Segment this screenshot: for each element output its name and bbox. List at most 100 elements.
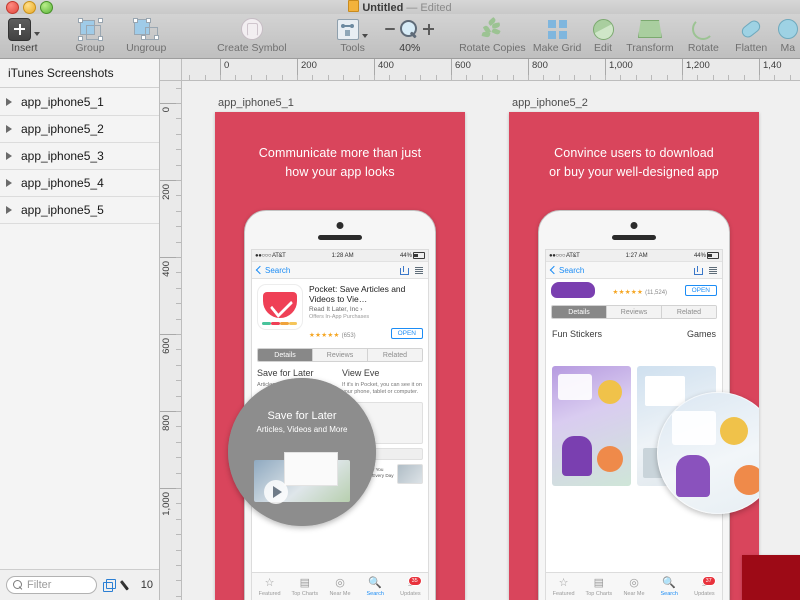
- star-icon: ☆: [558, 577, 569, 589]
- toolbar-edit[interactable]: Edit: [586, 14, 620, 58]
- ruler-minor-tick: [497, 75, 499, 80]
- window-titlebar: Untitled — Edited: [0, 0, 800, 15]
- ruler-minor-tick: [176, 380, 181, 382]
- zoom-lens-overlay-1[interactable]: Save for Later Articles, Videos and More: [228, 378, 376, 526]
- carrier-label: ●●○○○ AT&T: [255, 252, 286, 259]
- open-button-2[interactable]: OPEN: [684, 284, 717, 296]
- battery-label: 44%: [693, 252, 706, 259]
- segmented-control-1[interactable]: Details Reviews Related: [257, 348, 423, 362]
- toolbar-zoom-control[interactable]: 40%: [379, 14, 441, 58]
- zoom-in-button[interactable]: [423, 23, 435, 35]
- tab-reviews-1[interactable]: Reviews: [313, 349, 368, 361]
- sketch-app-window: Untitled — Edited Insert Group Ungroup C…: [0, 0, 800, 600]
- disclosure-triangle-icon[interactable]: [6, 206, 12, 214]
- battery-indicator: 44%: [400, 252, 425, 259]
- tabbar-search-2[interactable]: 🔍 Search: [652, 577, 687, 597]
- ruler-minor-tick: [528, 75, 529, 80]
- toolbar-flatten-label: Flatten: [735, 42, 768, 54]
- ruler-minor-tick: [176, 349, 181, 351]
- ios-tab-bar-1[interactable]: ☆ Featured ▤ Top Charts ◎ Near Me 🔍 Sear…: [252, 572, 428, 600]
- toolbar-make-grid[interactable]: Make Grid: [528, 14, 586, 58]
- toolbar-create-symbol[interactable]: Create Symbol: [199, 14, 304, 58]
- sidebar-footer: Filter 10: [0, 569, 159, 600]
- sidebar-item-app-iphone5-4[interactable]: app_iphone5_4: [0, 170, 159, 197]
- tabbar-search-1[interactable]: 🔍 Search: [358, 577, 393, 597]
- ruler-minor-tick: [189, 75, 191, 80]
- design-canvas[interactable]: app_iphone5_1 Communicate more than just…: [182, 81, 800, 600]
- ios-tab-bar-2[interactable]: ☆ Featured ▤ Top Charts ◎ Near Me 🔍 Sear…: [546, 572, 722, 600]
- ruler-minor-tick: [651, 75, 653, 80]
- tabbar-updates-1[interactable]: ⤓ 35 Updates: [393, 576, 428, 597]
- open-button-1[interactable]: OPEN: [390, 327, 423, 339]
- layer-label: app_iphone5_5: [21, 203, 104, 217]
- ruler-minor-tick: [697, 75, 699, 80]
- ruler-minor-tick: [176, 287, 181, 289]
- toolbar-tools[interactable]: Tools: [326, 14, 379, 58]
- artboard-1-headline: Communicate more than just how your app …: [215, 144, 465, 182]
- pen-icon[interactable]: [122, 579, 135, 592]
- toolbar-mask[interactable]: Ma: [776, 14, 800, 58]
- ruler-minor-tick: [620, 75, 622, 80]
- tabbar-top-charts-1[interactable]: ▤ Top Charts: [287, 577, 322, 597]
- segmented-control-2[interactable]: Details Reviews Related: [551, 305, 717, 319]
- toolbar-transform[interactable]: Transform: [620, 14, 680, 58]
- battery-icon: [706, 252, 719, 259]
- share-icon[interactable]: [400, 265, 409, 275]
- share-icon[interactable]: [694, 265, 703, 275]
- headline-line-1: Communicate more than just: [258, 146, 422, 160]
- sidebar-item-app-iphone5-5[interactable]: app_iphone5_5: [0, 197, 159, 224]
- ruler-minor-tick: [389, 75, 391, 80]
- artboard-app-iphone5-2[interactable]: Convince users to download or buy your w…: [509, 112, 759, 600]
- sidebar-item-app-iphone5-3[interactable]: app_iphone5_3: [0, 143, 159, 170]
- tabbar-top-charts-2[interactable]: ▤ Top Charts: [581, 577, 616, 597]
- toolbar-rotate-copies[interactable]: Rotate Copies: [457, 14, 528, 58]
- back-button-2[interactable]: Search: [549, 265, 585, 275]
- artboard-partial-next[interactable]: [742, 555, 800, 600]
- zoom-out-button[interactable]: [385, 28, 396, 30]
- tab-label: Top Charts: [585, 591, 613, 597]
- tabbar-featured-2[interactable]: ☆ Featured: [546, 577, 581, 597]
- list-icon[interactable]: [709, 266, 717, 274]
- toolbar-rotate[interactable]: Rotate: [680, 14, 727, 58]
- disclosure-triangle-icon[interactable]: [6, 152, 12, 160]
- charts-icon: ▤: [593, 577, 604, 589]
- ruler-minor-tick: [176, 318, 181, 320]
- duplicate-icon[interactable]: [102, 578, 116, 592]
- tab-details-2[interactable]: Details: [552, 306, 607, 318]
- toolbar-flatten[interactable]: Flatten: [727, 14, 776, 58]
- toolbar-insert[interactable]: Insert: [0, 14, 49, 58]
- tabbar-near-me-2[interactable]: ◎ Near Me: [616, 577, 651, 597]
- sidebar-item-app-iphone5-2[interactable]: app_iphone5_2: [0, 116, 159, 143]
- window-title-edited: — Edited: [406, 2, 452, 14]
- horizontal-ruler[interactable]: 0 200 400 600 800 1,000 1,200 1,40: [182, 59, 800, 81]
- make-grid-icon: [547, 17, 567, 41]
- artboard-app-iphone5-1[interactable]: Communicate more than just how your app …: [215, 112, 465, 600]
- tab-details-1[interactable]: Details: [258, 349, 313, 361]
- disclosure-triangle-icon[interactable]: [6, 98, 12, 106]
- ruler-minor-tick: [343, 75, 345, 80]
- sidebar-item-app-iphone5-1[interactable]: app_iphone5_1: [0, 89, 159, 116]
- ios-nav-bar-2: Search: [546, 262, 722, 279]
- list-icon[interactable]: [415, 266, 423, 274]
- back-button-1[interactable]: Search: [255, 266, 290, 275]
- play-button-icon[interactable]: [264, 480, 288, 504]
- toolbar-ungroup[interactable]: Ungroup: [117, 14, 175, 58]
- tabbar-updates-2[interactable]: ⤓ 37 Updates: [687, 576, 722, 597]
- magnifier-icon[interactable]: [400, 20, 418, 39]
- tabbar-featured-1[interactable]: ☆ Featured: [252, 577, 287, 597]
- updates-badge-2: 37: [701, 576, 716, 586]
- app-developer-1[interactable]: Read It Later, Inc ›: [309, 306, 423, 313]
- artboard-label-1[interactable]: app_iphone5_1: [218, 97, 294, 109]
- back-label: Search: [559, 265, 585, 275]
- ruler-minor-tick: [543, 75, 545, 80]
- tab-related-2[interactable]: Related: [662, 306, 716, 318]
- tabbar-near-me-1[interactable]: ◎ Near Me: [322, 577, 357, 597]
- tab-reviews-2[interactable]: Reviews: [607, 306, 662, 318]
- toolbar-group[interactable]: Group: [63, 14, 117, 58]
- tab-related-1[interactable]: Related: [368, 349, 422, 361]
- vertical-ruler[interactable]: 0 200 400 600 800 1,000: [160, 81, 182, 600]
- disclosure-triangle-icon[interactable]: [6, 179, 12, 187]
- artboard-label-2[interactable]: app_iphone5_2: [512, 97, 588, 109]
- disclosure-triangle-icon[interactable]: [6, 125, 12, 133]
- filter-input[interactable]: Filter: [6, 576, 97, 594]
